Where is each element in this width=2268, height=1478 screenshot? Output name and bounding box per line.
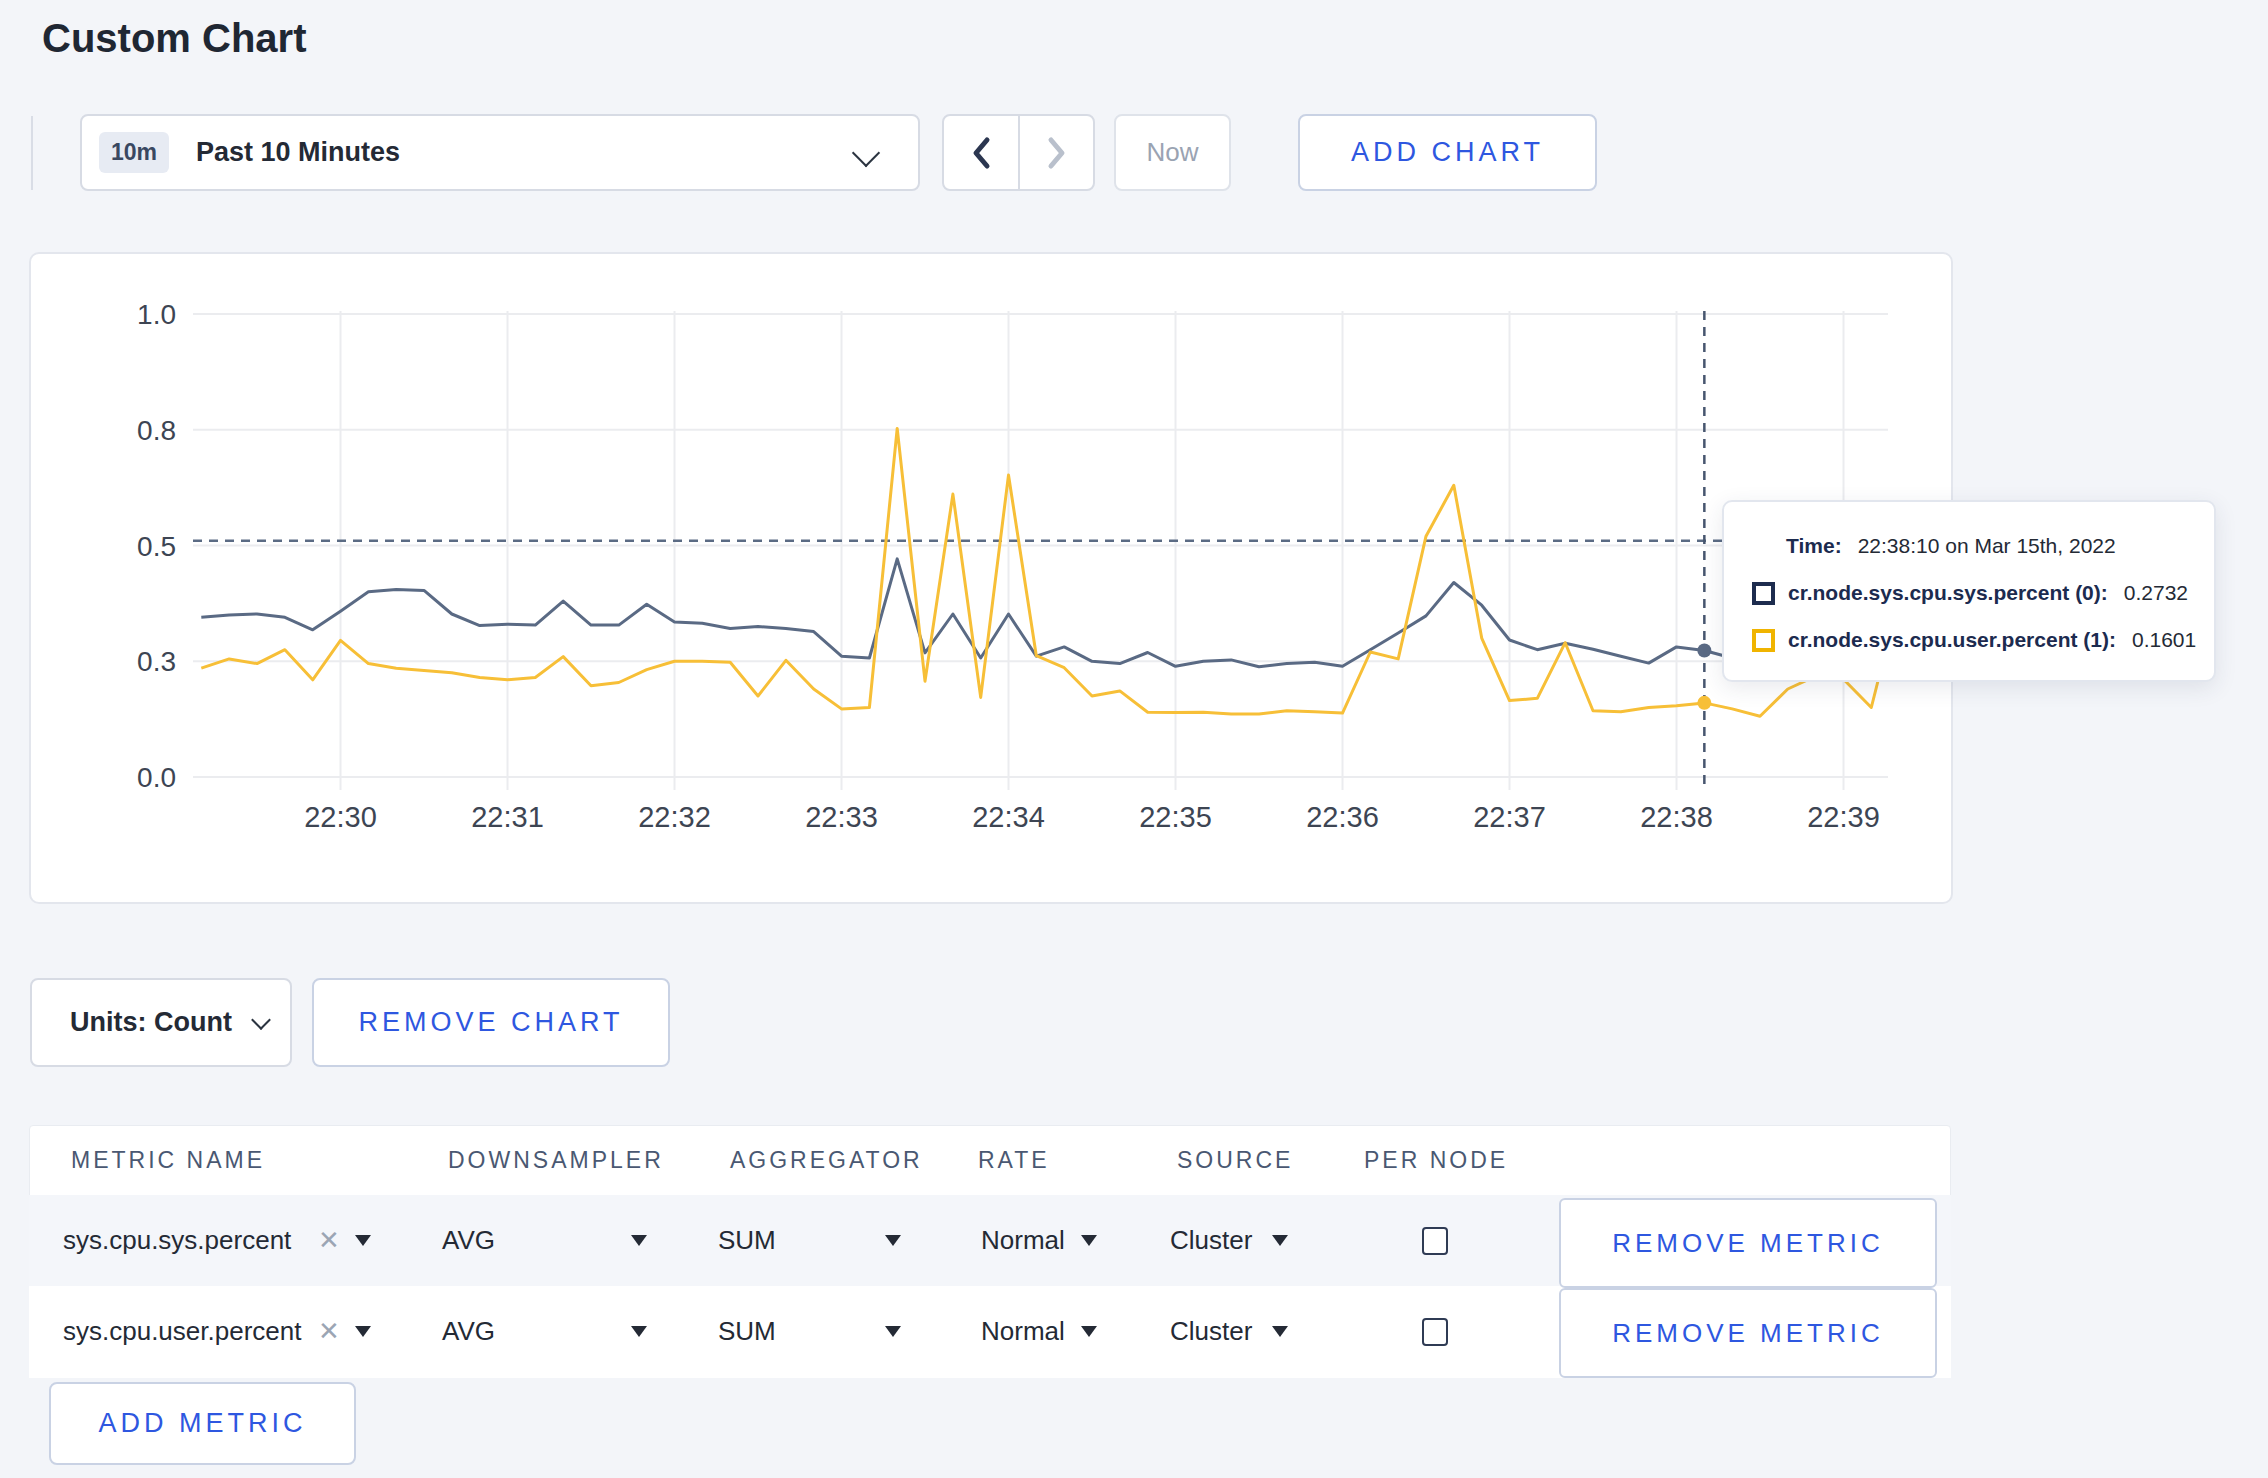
source-select[interactable]: Cluster [1170, 1195, 1252, 1286]
chart-tooltip: Time: 22:38:10 on Mar 15th, 2022 cr.node… [1722, 500, 2216, 682]
add-chart-button[interactable]: ADD CHART [1298, 114, 1597, 191]
chevron-right-icon [1044, 135, 1068, 171]
col-header-source: SOURCE [1177, 1125, 1293, 1195]
metric-name-cell[interactable]: sys.cpu.sys.percent [63, 1195, 291, 1286]
prev-range-button[interactable] [944, 116, 1020, 189]
time-range-selector[interactable]: 10m Past 10 Minutes [80, 114, 920, 191]
tooltip-series-row: cr.node.sys.cpu.sys.percent (0): 0.2732 [1752, 573, 2188, 613]
chart-card [29, 252, 1953, 904]
add-metric-button[interactable]: ADD METRIC [49, 1382, 356, 1465]
metric-name-cell[interactable]: sys.cpu.user.percent [63, 1286, 301, 1377]
aggregator-dropdown-icon[interactable] [885, 1195, 901, 1286]
downsampler-select[interactable]: AVG [442, 1195, 495, 1286]
aggregator-dropdown-icon[interactable] [885, 1286, 901, 1377]
rate-dropdown-icon[interactable] [1081, 1286, 1097, 1377]
aggregator-select[interactable]: SUM [718, 1195, 776, 1286]
remove-chart-button[interactable]: REMOVE CHART [312, 978, 670, 1067]
tooltip-time-label: Time: [1786, 534, 1842, 558]
aggregator-select[interactable]: SUM [718, 1286, 776, 1377]
metric-dropdown-icon[interactable] [355, 1195, 371, 1286]
now-button[interactable]: Now [1114, 114, 1231, 191]
tooltip-series-value: 0.1601 [2132, 628, 2196, 652]
rate-select[interactable]: Normal [981, 1195, 1065, 1286]
tooltip-time-value: 22:38:10 on Mar 15th, 2022 [1858, 534, 2116, 558]
clear-metric-icon[interactable]: ✕ [318, 1195, 340, 1286]
col-header-rate: RATE [978, 1125, 1050, 1195]
rate-select[interactable]: Normal [981, 1286, 1065, 1377]
chevron-left-icon [969, 135, 993, 171]
source-dropdown-icon[interactable] [1272, 1195, 1288, 1286]
tooltip-series-row: cr.node.sys.cpu.user.percent (1): 0.1601 [1752, 620, 2196, 660]
units-dropdown[interactable]: Units: Count [30, 978, 292, 1067]
col-header-per-node: PER NODE [1364, 1125, 1508, 1195]
toolbar-divider [31, 116, 33, 190]
col-header-metric-name: METRIC NAME [71, 1125, 265, 1195]
rate-dropdown-icon[interactable] [1081, 1195, 1097, 1286]
series-color-swatch [1752, 629, 1775, 652]
per-node-checkbox[interactable] [1422, 1318, 1448, 1346]
chevron-down-icon [852, 139, 880, 167]
metric-dropdown-icon[interactable] [355, 1286, 371, 1377]
tooltip-series-label: cr.node.sys.cpu.user.percent (1): [1788, 628, 2116, 652]
tooltip-series-value: 0.2732 [2124, 581, 2188, 605]
per-node-checkbox[interactable] [1422, 1227, 1448, 1255]
source-select[interactable]: Cluster [1170, 1286, 1252, 1377]
units-label: Units: Count [70, 1007, 232, 1038]
clear-metric-icon[interactable]: ✕ [318, 1286, 340, 1377]
downsampler-select[interactable]: AVG [442, 1286, 495, 1377]
page-title: Custom Chart [42, 16, 306, 61]
downsampler-dropdown-icon[interactable] [631, 1286, 647, 1377]
col-header-downsampler: DOWNSAMPLER [448, 1125, 664, 1195]
time-range-label: Past 10 Minutes [196, 137, 400, 168]
time-range-badge: 10m [99, 132, 169, 173]
downsampler-dropdown-icon[interactable] [631, 1195, 647, 1286]
source-dropdown-icon[interactable] [1272, 1286, 1288, 1377]
remove-metric-button[interactable]: REMOVE METRIC [1559, 1198, 1937, 1288]
time-nav-arrows [942, 114, 1095, 191]
tooltip-series-label: cr.node.sys.cpu.sys.percent (0): [1788, 581, 2108, 605]
series-color-swatch [1752, 582, 1775, 605]
chevron-down-icon [251, 1010, 271, 1030]
tooltip-time-row: Time: 22:38:10 on Mar 15th, 2022 [1786, 526, 2116, 566]
remove-metric-button[interactable]: REMOVE METRIC [1559, 1288, 1937, 1378]
next-range-button[interactable] [1020, 116, 1094, 189]
col-header-aggregator: AGGREGATOR [730, 1125, 923, 1195]
